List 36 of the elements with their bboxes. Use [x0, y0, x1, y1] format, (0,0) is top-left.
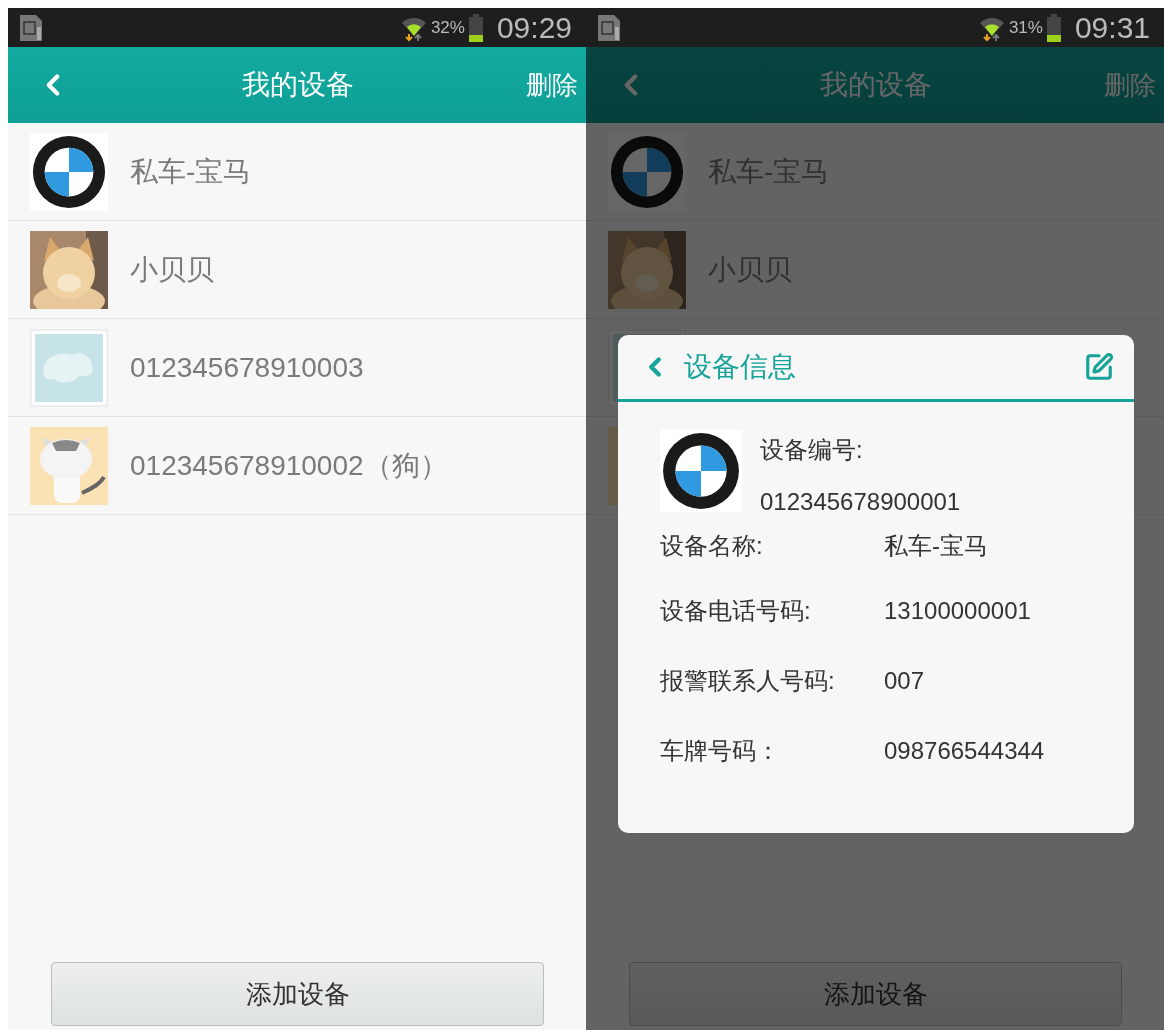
field-value: 098766544344 — [884, 737, 1045, 765]
device-name: 012345678910002（狗） — [130, 448, 448, 483]
device-name: 私车-宝马 — [130, 154, 252, 189]
sim-card-icon — [596, 12, 622, 43]
page-title: 我的设备 — [819, 68, 933, 102]
page-title: 我的设备 — [241, 68, 355, 102]
logo-icon — [660, 430, 742, 512]
clock: 09:31 — [1074, 10, 1150, 45]
delete-button[interactable]: 删除 — [526, 67, 578, 103]
device-row[interactable]: 私车-宝马 — [8, 123, 586, 221]
device-row[interactable]: 012345678910003 — [8, 319, 586, 417]
field-label: 设备名称: — [660, 531, 764, 561]
add-device-button[interactable]: 添加设备 — [51, 962, 544, 1026]
device-row[interactable]: 小贝贝 — [8, 221, 586, 319]
field-value: 007 — [884, 667, 925, 695]
field-value: 私车-宝马 — [884, 531, 988, 561]
field-value: 012345678900001 — [760, 488, 961, 516]
field-label: 设备编号: — [760, 435, 864, 465]
device-name: 012345678910003 — [130, 351, 364, 384]
dialog-title: 设备信息 — [684, 350, 797, 384]
logo-icon — [30, 132, 108, 211]
add-device-button[interactable]: 添加设备 — [629, 962, 1122, 1026]
field-value: 13100000001 — [884, 597, 1031, 625]
battery-percent: 31% — [1008, 17, 1043, 38]
sim-card-icon — [18, 12, 44, 43]
clock: 09:29 — [496, 10, 572, 45]
field-label: 车牌号码： — [660, 736, 781, 766]
battery-icon — [1046, 13, 1061, 42]
field-label: 报警联系人号码: — [660, 666, 836, 696]
dog-silhouette-icon — [30, 328, 108, 407]
edit-icon[interactable] — [1084, 352, 1114, 382]
device-row[interactable]: 012345678910002（狗） — [8, 417, 586, 515]
battery-percent: 32% — [430, 17, 465, 38]
device-name: 小贝贝 — [130, 252, 214, 287]
field-label: 设备电话号码: — [660, 596, 812, 626]
battery-icon — [468, 13, 483, 42]
